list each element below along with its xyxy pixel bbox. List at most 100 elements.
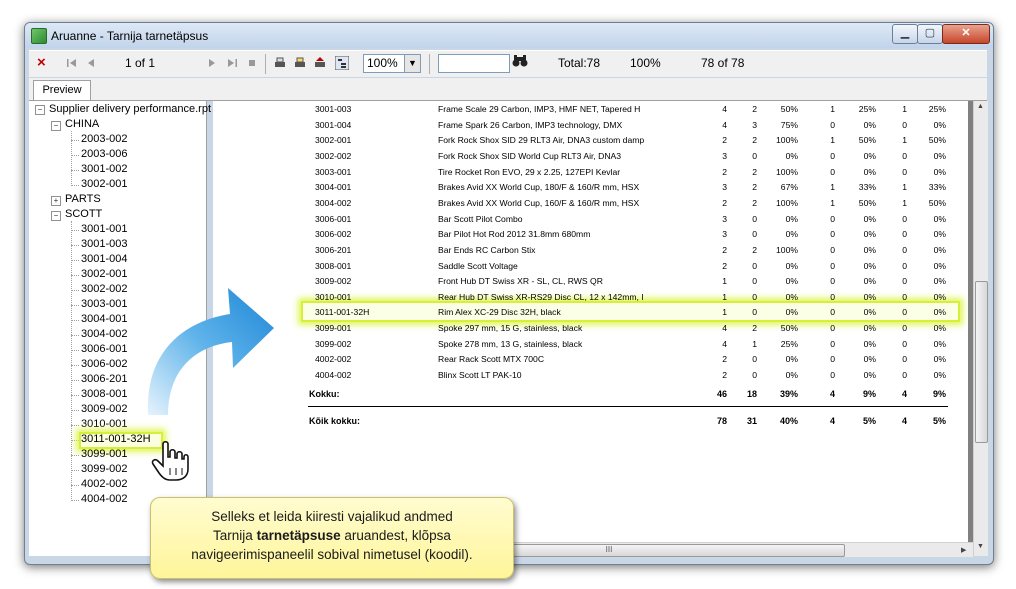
next-page-icon[interactable] xyxy=(205,56,219,70)
item-code: 3006-002 xyxy=(315,229,352,240)
item-description: Brakes Avid XX World Cup, 180/F & 160/R … xyxy=(438,182,640,193)
item-description: Spoke 278 mm, 13 G, stainless, black xyxy=(438,338,583,349)
tree-item[interactable]: 4004-002 xyxy=(81,493,128,505)
tree-item[interactable]: 3002-001 xyxy=(81,268,128,280)
report-cell: 33% xyxy=(928,182,946,193)
scroll-right-icon[interactable]: ▶ xyxy=(961,546,966,554)
tree-item[interactable]: 3006-002 xyxy=(81,358,128,370)
minimize-button[interactable]: ▁ xyxy=(892,24,918,44)
report-row: 3006-002 Bar Pilot Hot Rod 2012 31.8mm 68… xyxy=(213,226,968,242)
binoculars-icon[interactable] xyxy=(512,54,528,71)
tree-item[interactable]: 3006-001 xyxy=(81,343,128,355)
tree-item[interactable]: 3099-001 xyxy=(81,448,128,460)
report-cell: 2 xyxy=(722,197,727,208)
maximize-button[interactable]: ▢ xyxy=(917,24,943,44)
report-cell: 0 xyxy=(902,291,907,302)
report-cell: 0 xyxy=(830,260,835,271)
chevron-down-icon[interactable]: ▼ xyxy=(404,55,420,72)
tree-expand-toggle[interactable]: − xyxy=(51,211,61,221)
export-icon[interactable] xyxy=(313,56,327,70)
callout-line-3: navigeerimispaneelil sobival nimetusel (… xyxy=(191,547,473,562)
tree-item[interactable]: 3011-001-32H xyxy=(81,433,151,445)
tree-item[interactable]: 4002-002 xyxy=(81,478,128,490)
print-icon[interactable] xyxy=(273,56,287,70)
vertical-scrollbar[interactable]: ▲ ▼ xyxy=(973,101,988,556)
tree-item[interactable]: 3002-001 xyxy=(81,178,128,190)
prev-page-icon[interactable] xyxy=(84,56,98,70)
tree-item[interactable]: 3010-001 xyxy=(81,418,128,430)
tree-item[interactable]: 3001-004 xyxy=(81,253,128,265)
tree-connector xyxy=(71,485,79,486)
item-description: Saddle Scott Voltage xyxy=(438,260,518,271)
total-divider xyxy=(308,406,948,407)
total-cell: 46 xyxy=(716,389,727,399)
report-cell: 2 xyxy=(722,370,727,381)
tree-root-label[interactable]: Supplier delivery performance.rpt xyxy=(49,103,211,115)
report-cell: 0 xyxy=(752,307,757,318)
tree-item[interactable]: 3009-002 xyxy=(81,403,128,415)
tree-group-label[interactable]: PARTS xyxy=(65,193,101,205)
report-row: 3006-201 Bar Ends RC Carbon Stix 2 2 100% 0 0%… xyxy=(213,242,968,258)
tree-item[interactable]: 3099-002 xyxy=(81,463,128,475)
group-tree-icon[interactable] xyxy=(335,56,349,70)
total-cell: 4 xyxy=(829,389,835,399)
tree-expand-toggle[interactable]: − xyxy=(51,121,61,131)
tree-item[interactable]: 3004-002 xyxy=(81,328,128,340)
report-cell: 0% xyxy=(863,213,876,224)
tree-expand-toggle[interactable]: + xyxy=(51,196,61,206)
total-cell: 4 xyxy=(901,389,907,399)
item-code: 3002-002 xyxy=(315,150,352,161)
zoom-select[interactable]: 100% ▼ xyxy=(363,54,421,73)
print-setup-icon[interactable] xyxy=(293,56,307,70)
report-toolbar: × 1 of 1 100% ▼ Total:78 100% 78 of 78 xyxy=(29,50,987,77)
report-cell: 100% xyxy=(776,197,798,208)
tree-group-label[interactable]: CHINA xyxy=(65,118,99,130)
report-cell: 0% xyxy=(933,260,946,271)
scroll-down-icon[interactable]: ▼ xyxy=(977,543,984,550)
tree-expand-toggle[interactable]: − xyxy=(35,105,45,115)
callout-bold-text: tarnetäpsuse xyxy=(256,528,341,543)
stop-icon[interactable] xyxy=(245,56,259,70)
callout-text: aruandest, klõpsa xyxy=(340,528,451,543)
first-page-icon[interactable] xyxy=(65,56,79,70)
tree-item[interactable]: 3004-001 xyxy=(81,313,128,325)
tree-item[interactable]: 3001-003 xyxy=(81,238,128,250)
tree-item[interactable]: 3001-001 xyxy=(81,223,128,235)
report-cell: 0% xyxy=(933,291,946,302)
report-cell: 0% xyxy=(863,166,876,177)
report-cell: 0 xyxy=(830,119,835,130)
tree-item[interactable]: 2003-006 xyxy=(81,148,128,160)
report-cell: 0% xyxy=(863,307,876,318)
report-row: 3011-001-32H Rim Alex XC-29 Disc 32H, bla… xyxy=(213,304,968,320)
tree-item[interactable]: 3001-002 xyxy=(81,163,128,175)
report-cell: 0 xyxy=(902,370,907,381)
item-code: 3003-001 xyxy=(315,166,352,177)
report-cell: 1 xyxy=(902,104,907,114)
last-page-icon[interactable] xyxy=(225,56,239,70)
report-cell: 1 xyxy=(722,307,727,318)
item-code: 4002-002 xyxy=(315,354,352,365)
tree-item[interactable]: 3006-201 xyxy=(81,373,128,385)
tab-preview[interactable]: Preview xyxy=(33,80,91,100)
report-cell: 100% xyxy=(776,244,798,255)
tree-connector xyxy=(71,425,79,426)
grand-total-row: Kõik kokku: 78 31 40% 4 5% 4 5% xyxy=(213,413,968,429)
close-window-button[interactable]: ✕ xyxy=(942,24,990,44)
report-cell: 0% xyxy=(785,291,798,302)
search-input[interactable] xyxy=(438,54,510,73)
tree-item[interactable]: 3008-001 xyxy=(81,388,128,400)
scroll-up-icon[interactable]: ▲ xyxy=(977,103,984,110)
tree-item[interactable]: 3002-002 xyxy=(81,283,128,295)
vertical-scroll-thumb[interactable] xyxy=(975,281,988,443)
report-cell: 0% xyxy=(785,307,798,318)
close-icon[interactable]: × xyxy=(37,54,46,71)
title-bar[interactable]: Aruanne - Tarnija tarnetäpsus ▁ ▢ ✕ xyxy=(25,23,993,48)
report-cell: 2 xyxy=(722,166,727,177)
item-code: 3010-001 xyxy=(315,291,352,302)
tree-group-label[interactable]: SCOTT xyxy=(65,208,102,220)
report-cell: 2 xyxy=(752,323,757,334)
tree-item[interactable]: 2003-002 xyxy=(81,133,128,145)
progress-percent: 100% xyxy=(630,56,661,70)
tree-item[interactable]: 3003-001 xyxy=(81,298,128,310)
report-cell: 50% xyxy=(858,197,876,208)
